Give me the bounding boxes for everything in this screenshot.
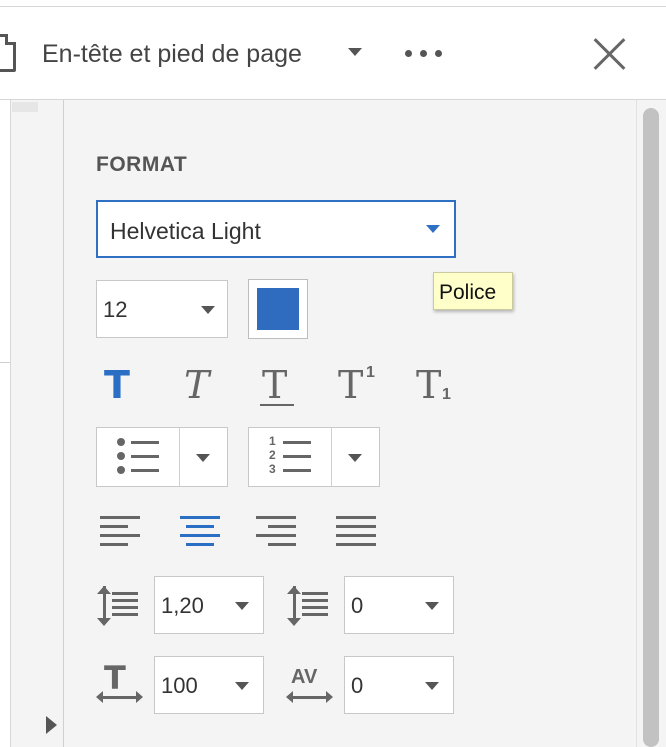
chevron-down-icon: [235, 682, 249, 690]
align-center-button[interactable]: [180, 516, 220, 546]
section-heading: FORMAT: [96, 153, 188, 176]
chevron-down-icon: [425, 602, 439, 610]
format-panel: [64, 100, 636, 747]
numbered-list-icon: 1 2 3: [269, 434, 313, 478]
bold-text-icon: T: [104, 363, 130, 407]
divider: [179, 428, 180, 486]
horizontal-scale-icon: T: [96, 662, 144, 706]
bullet-list-icon: [117, 438, 161, 476]
tooltip: Police: [433, 272, 513, 310]
italic-button[interactable]: T: [180, 364, 220, 408]
underline-bar: [260, 404, 294, 406]
subscript-digit: 1: [442, 386, 451, 403]
font-size-value: 12: [103, 297, 128, 322]
line-spacing-icon: [96, 586, 140, 626]
divider: [191, 281, 192, 337]
dot-icon: [420, 50, 427, 57]
chevron-down-icon: [235, 602, 249, 610]
subscript-icon: T: [416, 363, 442, 407]
justify-button[interactable]: [336, 516, 376, 546]
document-edge: [0, 100, 11, 747]
character-spacing-icon: AV: [286, 664, 334, 706]
chevron-down-icon[interactable]: [348, 48, 362, 56]
font-size-select[interactable]: 12: [96, 280, 228, 338]
paragraph-spacing-icon: [286, 586, 330, 626]
line-spacing-value: 1,20: [161, 593, 204, 618]
superscript-digit: 1: [366, 364, 375, 381]
underline-text-icon: T: [262, 363, 288, 407]
scrollbar-thumb[interactable]: [643, 108, 659, 747]
document-scrollbar[interactable]: [12, 102, 38, 112]
align-right-button[interactable]: [256, 516, 296, 546]
underline-button[interactable]: T: [256, 364, 300, 408]
superscript-icon: T: [338, 363, 364, 407]
bold-button[interactable]: T: [100, 364, 140, 408]
subscript-button[interactable]: T 1: [414, 364, 460, 408]
color-swatch: [257, 288, 299, 330]
bullet-list-button[interactable]: [96, 427, 228, 487]
character-spacing-value: 0: [351, 673, 364, 698]
numbered-list-button[interactable]: 1 2 3: [248, 427, 380, 487]
superscript-button[interactable]: T 1: [336, 364, 382, 408]
divider: [0, 6, 666, 7]
paragraph-spacing-value: 0: [351, 593, 364, 618]
chevron-down-icon[interactable]: [196, 454, 210, 462]
tooltip-text: Police: [439, 281, 497, 304]
character-spacing-select[interactable]: 0: [344, 656, 454, 714]
panel-title[interactable]: En-tête et pied de page: [42, 40, 302, 69]
horizontal-scale-select[interactable]: 100: [154, 656, 264, 714]
document-icon: [0, 34, 16, 72]
align-left-button[interactable]: [100, 516, 140, 546]
expand-pane-icon[interactable]: [46, 716, 57, 734]
chevron-down-icon: [425, 682, 439, 690]
font-family-select[interactable]: Helvetica Light: [96, 200, 456, 258]
font-family-value: Helvetica Light: [110, 218, 261, 244]
italic-text-icon: T: [184, 363, 210, 407]
dot-icon: [435, 50, 442, 57]
chevron-down-icon: [201, 306, 215, 314]
text-color-button[interactable]: [248, 279, 308, 339]
divider: [0, 362, 10, 363]
horizontal-scale-value: 100: [161, 673, 198, 698]
divider: [331, 428, 332, 486]
more-options-button[interactable]: [402, 42, 446, 64]
chevron-down-icon[interactable]: [348, 454, 362, 462]
chevron-down-icon: [426, 225, 440, 233]
line-spacing-select[interactable]: 1,20: [154, 576, 264, 634]
dot-icon: [405, 50, 412, 57]
paragraph-spacing-select[interactable]: 0: [344, 576, 454, 634]
close-button[interactable]: [592, 36, 628, 72]
